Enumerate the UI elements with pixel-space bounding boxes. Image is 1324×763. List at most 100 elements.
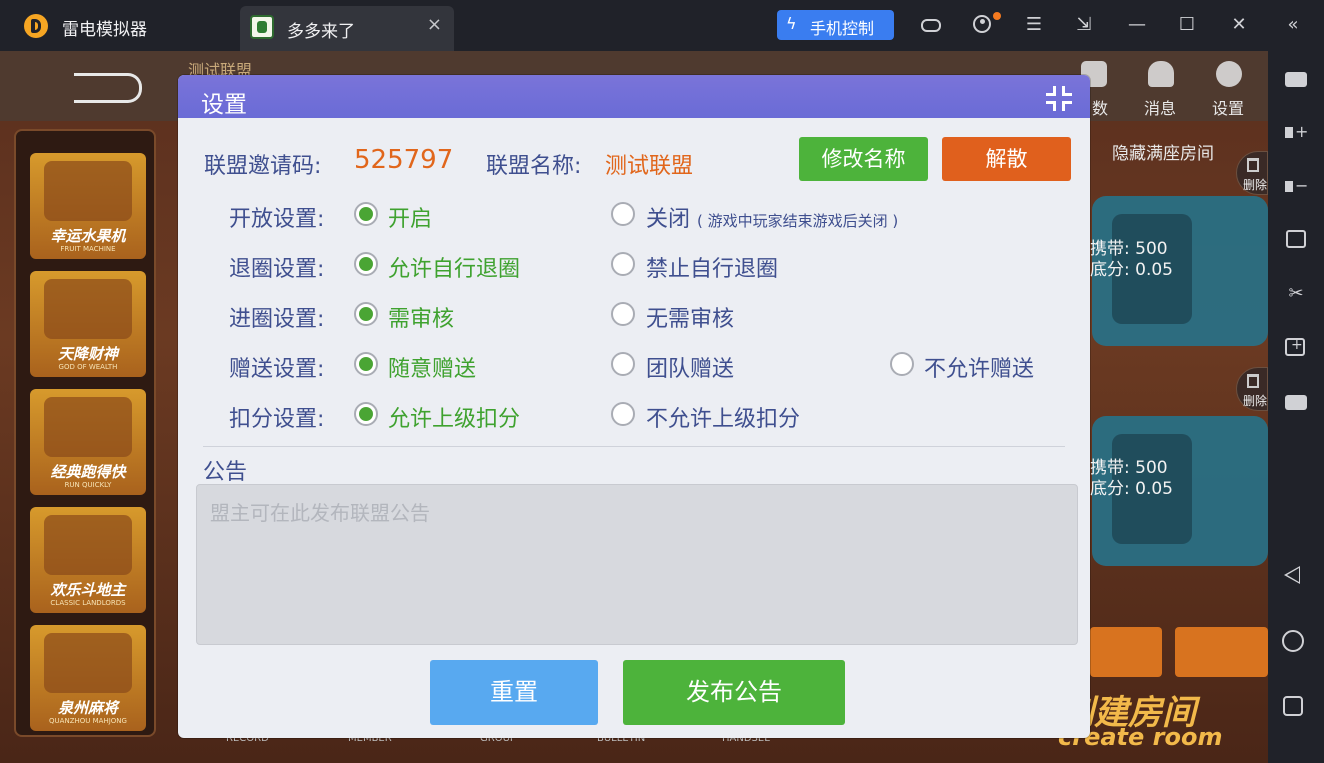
- trash-icon: [1247, 158, 1259, 172]
- add-window-icon[interactable]: +: [1281, 332, 1311, 362]
- publish-notice-button[interactable]: 发布公告: [623, 660, 845, 725]
- deduct-setting-label: 扣分设置:: [229, 407, 325, 432]
- volume-up-icon[interactable]: +: [1281, 117, 1311, 147]
- option-label: 开启: [388, 207, 433, 232]
- radio-open-off[interactable]: [611, 202, 635, 226]
- game-card[interactable]: 幸运水果机 FRUIT MACHINE: [30, 153, 146, 259]
- option-label: 关闭: [646, 207, 691, 232]
- back-arrow-icon[interactable]: [74, 73, 142, 103]
- open-setting-label: 开放设置:: [229, 207, 325, 232]
- gamepad-icon[interactable]: [918, 12, 944, 38]
- tab-game[interactable]: 多多来了 ×: [240, 6, 454, 51]
- league-name-label: 联盟名称:: [486, 154, 582, 179]
- room-base: 底分: 0.05: [1090, 260, 1173, 280]
- game-card[interactable]: 天降财神 GOD OF WEALTH: [30, 271, 146, 377]
- delete-label: 删除: [1243, 394, 1268, 408]
- settings-dialog: 设置 联盟邀请码: 525797 联盟名称: 测试联盟 修改名称 解散 开放设置…: [178, 75, 1090, 738]
- option-label: 随意赠送: [388, 357, 477, 382]
- minimize-icon[interactable]: —: [1124, 12, 1150, 38]
- game-name: 幸运水果机: [50, 227, 126, 245]
- room-action-button[interactable]: [1090, 627, 1162, 677]
- phone-control-label: 手机控制: [810, 19, 875, 38]
- maximize-icon[interactable]: ☐: [1174, 12, 1200, 38]
- option-label: 允许自行退圈: [388, 257, 521, 282]
- game-name: 欢乐斗地主: [50, 581, 126, 599]
- bell-icon[interactable]: [1145, 61, 1177, 91]
- trash-icon: [1247, 374, 1259, 388]
- more-icon[interactable]: [1281, 387, 1311, 417]
- invite-code-value: 525797: [354, 145, 454, 175]
- dissolve-button[interactable]: 解散: [942, 137, 1071, 181]
- game-name: 泉州麻将: [57, 699, 118, 717]
- gift-setting-label: 赠送设置:: [229, 357, 325, 382]
- game-app-icon: [250, 15, 274, 39]
- delete-room-button[interactable]: 删除: [1236, 151, 1268, 195]
- game-card[interactable]: 欢乐斗地主 CLASSIC LANDLORDS: [30, 507, 146, 613]
- mahjong-icon: [44, 633, 132, 693]
- scissors-icon[interactable]: ✂: [1281, 279, 1311, 309]
- phone-control-button[interactable]: ϟ 手机控制: [777, 10, 894, 40]
- radio-leave-allow[interactable]: [354, 252, 378, 276]
- radio-deduct-forbid[interactable]: [611, 402, 635, 426]
- volume-down-icon[interactable]: −: [1281, 171, 1311, 201]
- gear-icon[interactable]: [1213, 61, 1245, 91]
- radio-leave-forbid[interactable]: [611, 252, 635, 276]
- room-base: 底分: 0.05: [1090, 479, 1173, 499]
- app-title: 雷电模拟器: [62, 20, 147, 40]
- screen-capture-icon[interactable]: [1281, 224, 1311, 254]
- option-label: 允许上级扣分: [388, 407, 521, 432]
- title-bar: 雷电模拟器 多多来了 × ϟ 手机控制 ☰ ⇲ — ☐ ✕ «: [0, 0, 1324, 51]
- emulator-window: 雷电模拟器 多多来了 × ϟ 手机控制 ☰ ⇲ — ☐ ✕ « 测试联盟 数 消…: [0, 0, 1324, 763]
- close-icon[interactable]: ✕: [1226, 12, 1252, 38]
- option-label: 禁止自行退圈: [646, 257, 779, 282]
- tab-title: 多多来了: [287, 22, 355, 42]
- recents-nav-icon[interactable]: [1283, 696, 1303, 716]
- game-list-panel: 幸运水果机 FRUIT MACHINE 天降财神 GOD OF WEALTH 经…: [14, 129, 156, 737]
- window-shrink-icon[interactable]: ⇲: [1071, 12, 1097, 38]
- notice-textarea[interactable]: [196, 484, 1078, 645]
- game-card[interactable]: 泉州麻将 QUANZHOU MAHJONG: [30, 625, 146, 731]
- dialog-title: 设置: [201, 92, 247, 118]
- playing-card-icon: [44, 397, 132, 457]
- dialog-header: 设置: [178, 75, 1090, 118]
- collapse-icon[interactable]: [1044, 84, 1076, 114]
- notice-label: 公告: [203, 460, 248, 485]
- game-name-en: CLASSIC LANDLORDS: [50, 599, 126, 607]
- hide-full-rooms-toggle[interactable]: 隐藏满座房间: [1112, 139, 1214, 164]
- game-name-en: QUANZHOU MAHJONG: [49, 717, 127, 725]
- game-card[interactable]: 经典跑得快 RUN QUICKLY: [30, 389, 146, 495]
- game-name-en: GOD OF WEALTH: [58, 363, 118, 371]
- option-label: 团队赠送: [646, 357, 735, 382]
- back-nav-icon-inner: [1287, 568, 1299, 582]
- delete-room-button[interactable]: 删除: [1236, 367, 1268, 411]
- radio-deduct-allow[interactable]: [354, 402, 378, 426]
- invite-code-label: 联盟邀请码:: [204, 154, 322, 179]
- emulator-sidebar: + − ✂ +: [1268, 51, 1324, 763]
- radio-gift-free[interactable]: [354, 352, 378, 376]
- option-label: 需审核: [388, 307, 455, 332]
- radio-join-review[interactable]: [354, 302, 378, 326]
- members-label: 数: [1092, 99, 1109, 118]
- menu-icon[interactable]: ☰: [1021, 12, 1047, 38]
- reset-button[interactable]: 重置: [430, 660, 598, 725]
- room-action-button[interactable]: [1175, 627, 1268, 677]
- tab-close-icon[interactable]: ×: [427, 14, 442, 35]
- ldplayer-logo-icon: [24, 14, 48, 38]
- fortune-god-icon: [44, 279, 132, 339]
- game-name: 天降财神: [57, 345, 118, 363]
- messages-label: 消息: [1144, 99, 1177, 118]
- rename-button[interactable]: 修改名称: [799, 137, 928, 181]
- radio-gift-team[interactable]: [611, 352, 635, 376]
- home-nav-icon[interactable]: [1282, 630, 1304, 652]
- game-name-en: RUN QUICKLY: [64, 481, 112, 489]
- radio-gift-none[interactable]: [890, 352, 914, 376]
- keyboard-icon[interactable]: [1281, 64, 1311, 94]
- option-note: ( 游戏中玩家结束游戏后关闭 ): [697, 212, 899, 230]
- option-label: 不允许赠送: [924, 357, 1035, 382]
- lightning-icon: ϟ: [786, 14, 797, 33]
- radio-open-on[interactable]: [354, 202, 378, 226]
- radio-join-no-review[interactable]: [611, 302, 635, 326]
- option-label: 无需审核: [646, 307, 735, 332]
- divider: [203, 446, 1065, 447]
- collapse-sidebar-icon[interactable]: «: [1280, 12, 1306, 38]
